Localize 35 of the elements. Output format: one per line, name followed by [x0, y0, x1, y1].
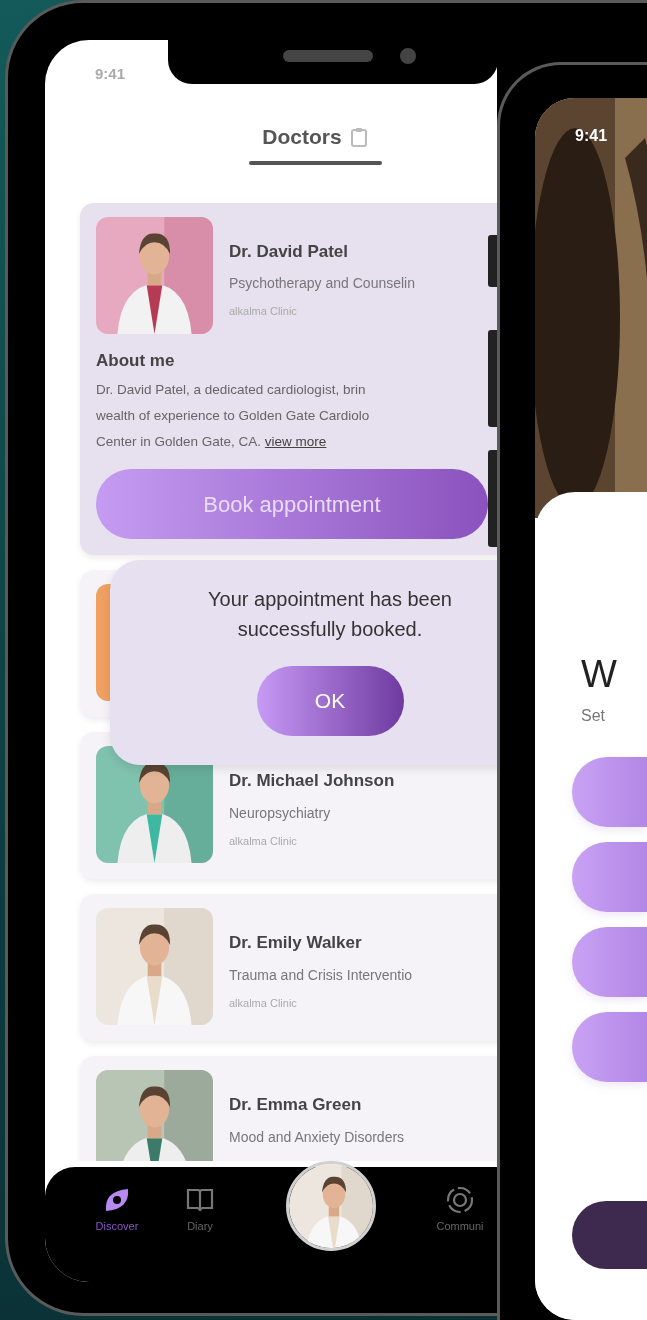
doctor-specialty: Mood and Anxiety Disorders [229, 1127, 405, 1147]
option-button[interactable] [572, 757, 647, 827]
clinic-name: alkalma Clinic [229, 304, 298, 319]
dialog-message: Your appointment has been successfully booked. [207, 587, 453, 642]
option-button[interactable] [572, 842, 647, 912]
sheet-heading: W [581, 652, 618, 696]
view-more-link[interactable]: view more [264, 434, 327, 449]
option-button[interactable] [572, 927, 647, 997]
option-button[interactable] [572, 1012, 647, 1082]
doctor-name: Dr. Michael Johnson [229, 770, 395, 792]
primary-button[interactable] [572, 1201, 647, 1269]
page-title: Doctors [262, 124, 342, 150]
doctor-card[interactable] [80, 202, 497, 555]
clipboard-icon [349, 126, 368, 147]
nav-tab[interactable]: Diary [165, 1185, 235, 1235]
doctor-card[interactable]: Dr. Emily Walker Trauma and Crisis Interventio alkalma Clinic [80, 894, 497, 1041]
about-heading: About me [96, 349, 176, 372]
nav-tab[interactable]: Communi [425, 1185, 495, 1235]
book-appointment-button[interactable]: Book appointment [96, 469, 488, 539]
target-icon [445, 1185, 475, 1215]
about-text: Dr. David Patel, a dedicated cardiologist, brin wealth of experience to Golden Gate Cardiolo Center in Golden Gate, CA. view more [96, 381, 370, 451]
doctor-name: Dr. David Patel [229, 240, 350, 263]
sheet-subtitle: Set [581, 706, 606, 726]
clinic-name: alkalma Clinic [229, 995, 298, 1011]
doctor-name: Dr. Emma Green [229, 1094, 363, 1116]
doctor-specialty: Neuropsychiatry [229, 803, 332, 823]
doctor-card[interactable]: Dr. Emma Green Mood and Anxiety Disorders [80, 1056, 497, 1161]
status-time: 9:41 [575, 126, 608, 146]
clinic-name: alkalma Clinic [229, 833, 298, 849]
ok-button[interactable]: OK [256, 666, 404, 736]
doctor-name: Dr. Emily Walker [229, 932, 363, 954]
status-time: 9:41 [95, 65, 126, 82]
doctor-specialty: Psychotherapy and Counselin [229, 274, 415, 293]
doctor-specialty: Trauma and Crisis Interventio [229, 965, 413, 985]
nav-tab[interactable]: Discover [82, 1185, 152, 1235]
